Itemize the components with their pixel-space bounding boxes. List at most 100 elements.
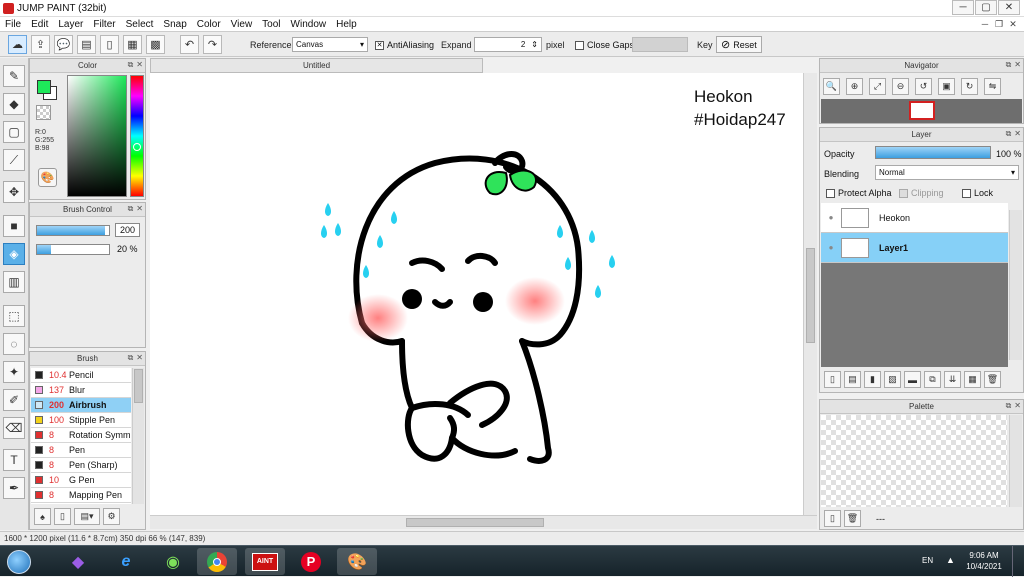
canvas[interactable]: Heokon #Hoidap247 [150, 73, 803, 515]
new-palette-icon[interactable]: ▯ [824, 510, 841, 527]
brush-item[interactable]: 100 Stipple Pen [31, 413, 131, 428]
layer-list-scrollbar[interactable] [1009, 210, 1022, 360]
tab-untitled[interactable]: Untitled [150, 58, 483, 73]
fit-icon[interactable]: ⤢ [869, 78, 886, 95]
close-gaps-checkbox[interactable]: Close Gaps [575, 40, 634, 50]
brush-item[interactable]: 200 Airbrush [31, 398, 131, 413]
zoom-icon[interactable]: 🔍 [823, 78, 840, 95]
jump-paint-icon[interactable]: AINT [245, 548, 285, 575]
close-icon[interactable]: ✕ [998, 0, 1020, 15]
hue-handle[interactable] [133, 143, 141, 151]
saturation-value-picker[interactable] [67, 75, 127, 197]
menu-snap[interactable]: Snap [163, 19, 186, 30]
rotate-left-icon[interactable]: ↺ [915, 78, 932, 95]
menu-help[interactable]: Help [336, 19, 357, 30]
mdi-restore-icon[interactable]: ❐ [992, 18, 1006, 30]
palette-menu[interactable]: --- [876, 514, 885, 524]
brush-item[interactable]: 10.4 Pencil [31, 368, 131, 383]
delete-layer-icon[interactable]: 🗑 [984, 371, 1001, 388]
comment-icon[interactable]: ▤ [77, 35, 96, 54]
new-halftone-layer-icon[interactable]: ▧ [884, 371, 901, 388]
eyedropper-tool-icon[interactable]: ✒ [3, 477, 25, 499]
panel-float-icon[interactable]: ⧉ [1006, 401, 1012, 411]
menu-color[interactable]: Color [197, 19, 221, 30]
start-button[interactable] [2, 548, 36, 575]
clock[interactable]: 9:06 AM 10/4/2021 [962, 550, 1006, 572]
internet-explorer-icon[interactable]: e [106, 548, 146, 575]
brush-tool-icon[interactable]: ✎ [3, 65, 25, 87]
text-tool-icon[interactable]: T [3, 449, 25, 471]
grid-icon[interactable]: ▩ [146, 35, 165, 54]
visibility-icon[interactable]: ● [821, 213, 841, 222]
select-eraser-tool-icon[interactable]: ⌫ [3, 417, 25, 439]
navigator-viewport[interactable] [909, 101, 935, 120]
brush-add-icon[interactable]: ♠ [34, 508, 51, 525]
panel-close-icon[interactable]: ✕ [136, 353, 143, 363]
menu-window[interactable]: Window [291, 19, 327, 30]
rect-select-tool-icon[interactable]: ▢ [3, 121, 25, 143]
layer-row-layer1[interactable]: ● Layer1 [821, 233, 1008, 263]
protect-alpha-checkbox[interactable]: Protect Alpha [826, 188, 892, 198]
brush-density-slider[interactable] [36, 244, 110, 255]
antialiasing-checkbox[interactable]: ✕ AntiAliasing [375, 40, 434, 50]
brush-item[interactable]: 8 Pen (Sharp) [31, 458, 131, 473]
expand-input[interactable]: 2 ⇕ [474, 37, 542, 52]
new-layer-2-icon[interactable]: ▤ [844, 371, 861, 388]
panel-float-icon[interactable]: ⧉ [128, 353, 134, 363]
pinterest-icon[interactable]: P [291, 548, 331, 575]
show-desktop-button[interactable] [1012, 546, 1024, 577]
paint-app-icon[interactable]: 🎨 [337, 548, 377, 575]
share-icon[interactable]: ⇪ [31, 35, 50, 54]
reset-button[interactable]: ⊘ Reset [716, 36, 762, 53]
hue-slider[interactable] [130, 75, 144, 197]
brush-new-icon[interactable]: ▯ [54, 508, 71, 525]
layer-row-heokon[interactable]: ● Heokon [821, 203, 1008, 233]
chrome-icon[interactable] [197, 548, 237, 575]
menu-file[interactable]: File [5, 19, 21, 30]
visual-studio-icon[interactable]: ◆ [58, 548, 98, 575]
minimize-icon[interactable]: ─ [952, 0, 974, 15]
delete-palette-icon[interactable]: 🗑 [844, 510, 861, 527]
foreground-color-swatch[interactable] [37, 80, 51, 94]
navigator-preview[interactable] [821, 99, 1022, 123]
marquee-tool-icon[interactable]: ⬚ [3, 305, 25, 327]
menu-view[interactable]: View [231, 19, 253, 30]
brush-item[interactable]: 8 Mapping Pen [31, 488, 131, 503]
tray-up-icon[interactable]: ▲ [946, 555, 955, 565]
menu-tool[interactable]: Tool [262, 19, 280, 30]
language-indicator[interactable]: EN [922, 556, 933, 565]
mdi-close-icon[interactable]: ✕ [1006, 18, 1020, 30]
menu-edit[interactable]: Edit [31, 19, 48, 30]
maximize-icon[interactable]: ▢ [975, 0, 997, 15]
mdi-minimize-icon[interactable]: ─ [978, 18, 992, 30]
select-pen-tool-icon[interactable]: ✐ [3, 389, 25, 411]
fill-rect-tool-icon[interactable]: ■ [3, 215, 25, 237]
layer-copy-icon[interactable]: ▦ [964, 371, 981, 388]
clipping-checkbox[interactable]: Clipping [899, 188, 944, 198]
visibility-icon[interactable]: ● [821, 243, 841, 252]
panel-float-icon[interactable]: ⧉ [128, 60, 134, 70]
new-folder-icon[interactable]: ▬ [904, 371, 921, 388]
brush-settings-icon[interactable]: ⚙ [103, 508, 120, 525]
brush-item[interactable]: 137 Blur [31, 383, 131, 398]
brush-item[interactable]: 8 Rotation Symm [31, 428, 131, 443]
brush-list-scrollbar[interactable] [132, 368, 144, 504]
menu-select[interactable]: Select [126, 19, 154, 30]
new-layer-icon[interactable]: ▯ [824, 371, 841, 388]
panel-close-icon[interactable]: ✕ [1014, 401, 1021, 411]
blending-select[interactable]: Normal ▾ [875, 165, 1019, 180]
rotate-right-icon[interactable]: ↻ [961, 78, 978, 95]
opacity-slider[interactable] [875, 146, 991, 159]
undo-icon[interactable]: ↶ [180, 35, 199, 54]
zoom-in-icon[interactable]: ⊕ [846, 78, 863, 95]
panel-float-icon[interactable]: ⧉ [128, 204, 134, 214]
redo-icon[interactable]: ↷ [203, 35, 222, 54]
bucket-tool-icon[interactable]: ◈ [3, 243, 25, 265]
brush-size-value[interactable]: 200 [115, 223, 140, 237]
eraser-tool-icon[interactable]: ◆ [3, 93, 25, 115]
lasso-tool-icon[interactable]: ◌ [3, 333, 25, 355]
move-tool-icon[interactable]: ✥ [3, 181, 25, 203]
panel-close-icon[interactable]: ✕ [1014, 129, 1021, 139]
canvas-vertical-scrollbar[interactable] [803, 73, 817, 515]
palette-icon[interactable]: 🎨 [38, 168, 57, 187]
